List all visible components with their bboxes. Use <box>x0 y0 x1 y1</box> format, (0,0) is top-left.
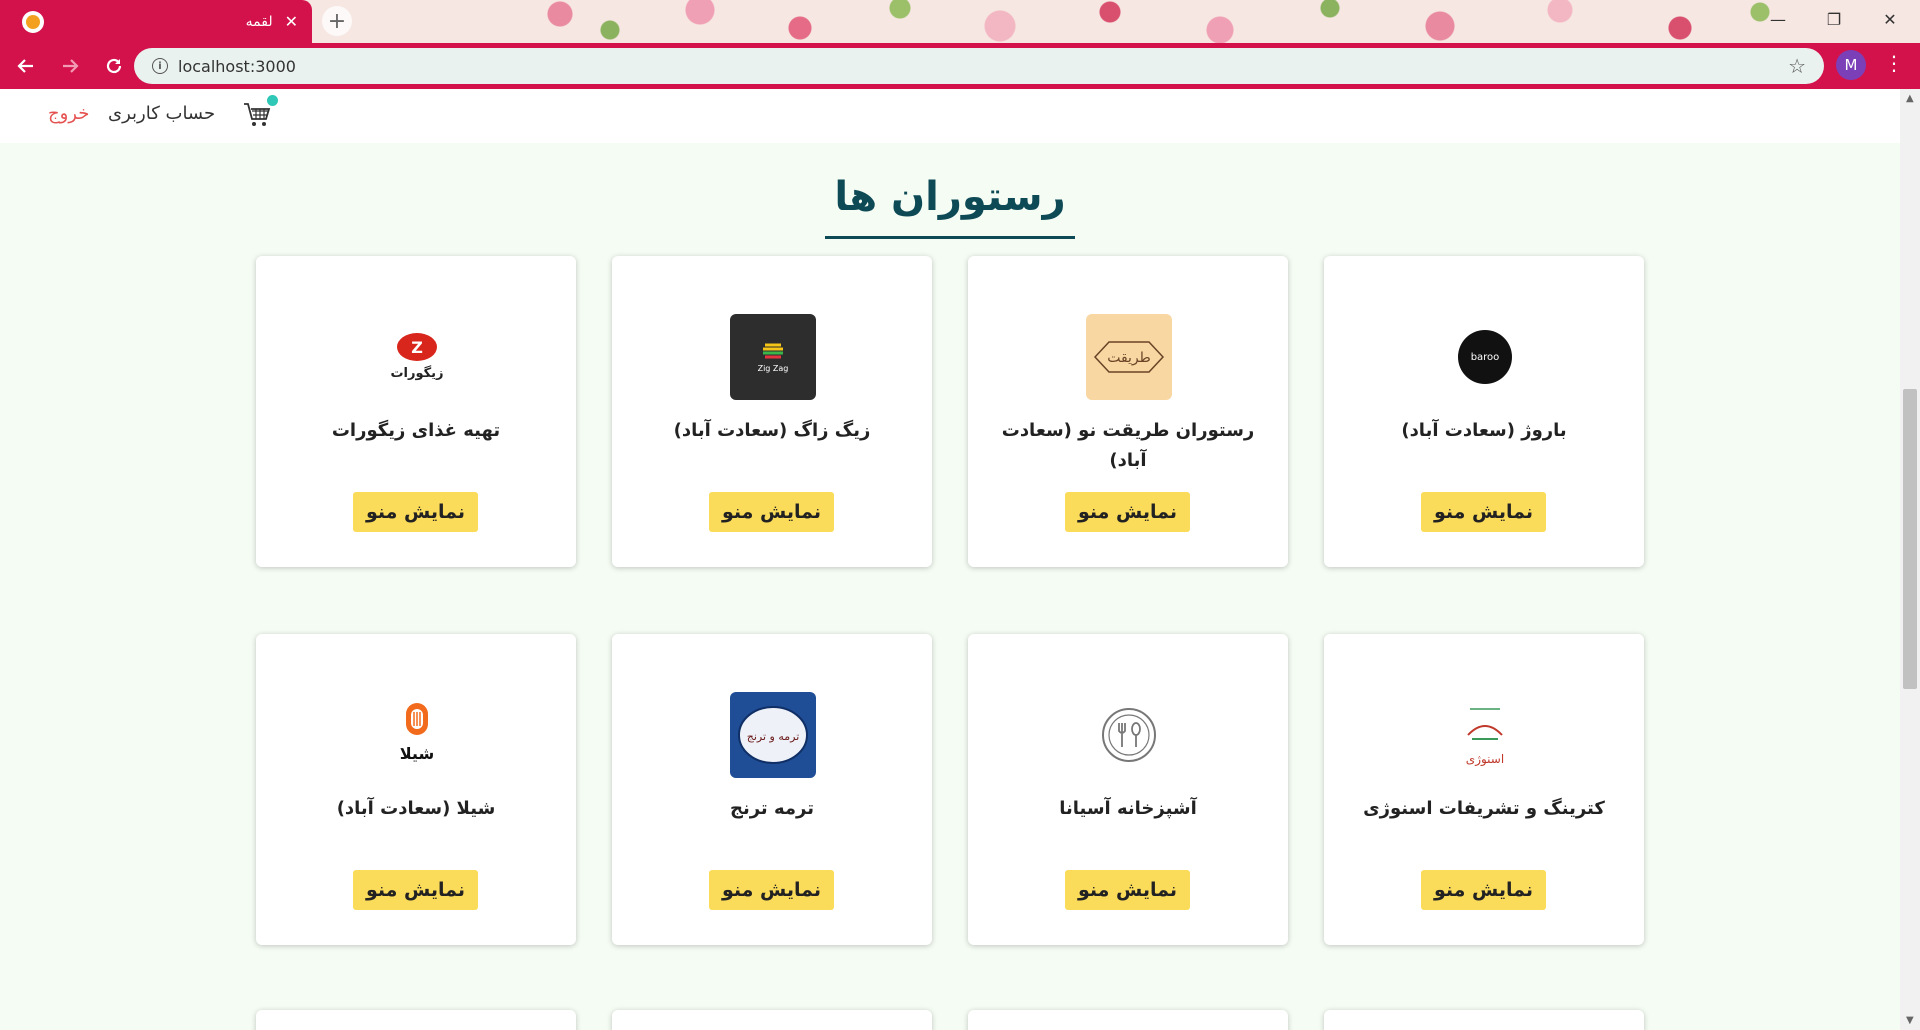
restaurant-card: ترمه و ترنج ترمه ترنج نمایش منو <box>612 634 932 945</box>
restaurant-card: Zig Zag زیگ زاگ (سعادت آباد) نمایش منو <box>612 256 932 567</box>
bookmark-star-icon[interactable]: ☆ <box>1788 54 1806 78</box>
site-favicon-icon <box>22 10 44 33</box>
restaurant-card: آشپزخانه آسیانا نمایش منو <box>968 634 1288 945</box>
restaurant-name: شیلا (سعادت آباد) <box>336 798 496 819</box>
restaurant-card: شیلا شیلا (سعادت آباد) نمایش منو <box>256 634 576 945</box>
svg-text:زیگورات: زیگورات <box>390 365 443 381</box>
cart-button[interactable] <box>242 95 278 133</box>
page-title: رستوران ها <box>834 174 1066 220</box>
restaurant-name: ترمه ترنج <box>730 798 814 819</box>
svg-text:Zig Zag: Zig Zag <box>758 364 789 373</box>
restaurant-logo: Zig Zag <box>730 314 816 400</box>
site-info-icon[interactable]: i <box>152 58 168 74</box>
scroll-down-arrow-icon[interactable]: ▼ <box>1906 1015 1914 1026</box>
site-header: خروج حساب کاربری <box>0 89 1900 143</box>
url-text[interactable]: localhost:3000 <box>178 57 1788 76</box>
svg-text:اسنوژی: اسنوژی <box>1466 752 1504 767</box>
restaurant-card-partial <box>612 1010 932 1030</box>
restaurant-logo: طریقت <box>1086 314 1172 400</box>
show-menu-button[interactable]: نمایش منو <box>709 492 834 532</box>
restaurant-card: اسنوژی کترینگ و تشریفات اسنوژی نمایش منو <box>1324 634 1644 945</box>
close-window-button[interactable]: ✕ <box>1862 0 1918 38</box>
page-scrollbar[interactable]: ▲ ▼ <box>1900 89 1920 1030</box>
restaurant-name: تهیه غذای زیگورات <box>331 420 501 441</box>
reload-icon <box>106 58 122 74</box>
restaurant-logo: ترمه و ترنج <box>730 692 816 778</box>
restaurant-logo: baroo <box>1442 314 1528 400</box>
cart-count-badge <box>267 95 278 106</box>
tab-title: لقمه <box>245 13 273 30</box>
restaurant-card: baroo باروژ (سعادت آباد) نمایش منو <box>1324 256 1644 567</box>
forward-arrow-icon <box>63 59 79 73</box>
browser-toolbar: i localhost:3000 ☆ M ⋮ <box>0 43 1920 89</box>
fork-spoon-icon <box>1102 708 1156 762</box>
account-link[interactable]: حساب کاربری <box>108 103 215 124</box>
restaurant-name: رستوران طریقت نو (سعادت آباد) <box>1001 420 1255 471</box>
forward-button[interactable] <box>52 48 88 84</box>
title-underline <box>825 236 1075 239</box>
restaurant-logo <box>1086 692 1172 778</box>
restaurant-card: Z زیگورات تهیه غذای زیگورات نمایش منو <box>256 256 576 567</box>
logout-link[interactable]: خروج <box>48 103 89 124</box>
restaurant-logo: اسنوژی <box>1442 692 1528 778</box>
restaurant-card: طریقت رستوران طریقت نو (سعادت آباد) نمای… <box>968 256 1288 567</box>
show-menu-button[interactable]: نمایش منو <box>1421 492 1546 532</box>
profile-avatar[interactable]: M <box>1836 50 1866 80</box>
restaurant-name: آشپزخانه آسیانا <box>1059 798 1197 819</box>
svg-text:شیلا: شیلا <box>400 744 434 763</box>
restaurant-card-partial <box>1324 1010 1644 1030</box>
svg-text:طریقت: طریقت <box>1107 350 1151 366</box>
scroll-thumb[interactable] <box>1903 389 1917 689</box>
close-tab-icon[interactable]: ✕ <box>285 12 298 31</box>
svg-text:baroo: baroo <box>1471 352 1500 363</box>
back-arrow-icon <box>17 59 33 73</box>
restaurant-logo: Z زیگورات <box>374 314 460 400</box>
restore-window-button[interactable]: ❐ <box>1806 0 1862 38</box>
minimize-window-button[interactable]: — <box>1750 0 1806 38</box>
show-menu-button[interactable]: نمایش منو <box>1065 870 1190 910</box>
restaurant-name: کترینگ و تشریفات اسنوژی <box>1363 798 1605 819</box>
restaurant-name: زیگ زاگ (سعادت آباد) <box>673 420 871 441</box>
restaurant-card-partial <box>968 1010 1288 1030</box>
svg-text:ترمه و ترنج: ترمه و ترنج <box>747 730 800 743</box>
browser-menu-icon[interactable]: ⋮ <box>1884 51 1904 75</box>
show-menu-button[interactable]: نمایش منو <box>1421 870 1546 910</box>
back-button[interactable] <box>8 48 44 84</box>
show-menu-button[interactable]: نمایش منو <box>353 492 478 532</box>
browser-tab[interactable]: لقمه ✕ <box>0 0 312 43</box>
show-menu-button[interactable]: نمایش منو <box>353 870 478 910</box>
restaurant-logo: شیلا <box>374 692 460 778</box>
scroll-up-arrow-icon[interactable]: ▲ <box>1906 93 1914 104</box>
show-menu-button[interactable]: نمایش منو <box>1065 492 1190 532</box>
browser-tabstrip: لقمه ✕ + — ❐ ✕ <box>0 0 1920 43</box>
restaurant-card-partial <box>256 1010 576 1030</box>
show-menu-button[interactable]: نمایش منو <box>709 870 834 910</box>
reload-button[interactable] <box>96 48 132 84</box>
restaurant-name: باروژ (سعادت آباد) <box>1401 420 1567 441</box>
new-tab-button[interactable]: + <box>322 6 352 36</box>
svg-text:Z: Z <box>411 338 423 357</box>
address-bar[interactable]: i localhost:3000 ☆ <box>134 48 1824 84</box>
